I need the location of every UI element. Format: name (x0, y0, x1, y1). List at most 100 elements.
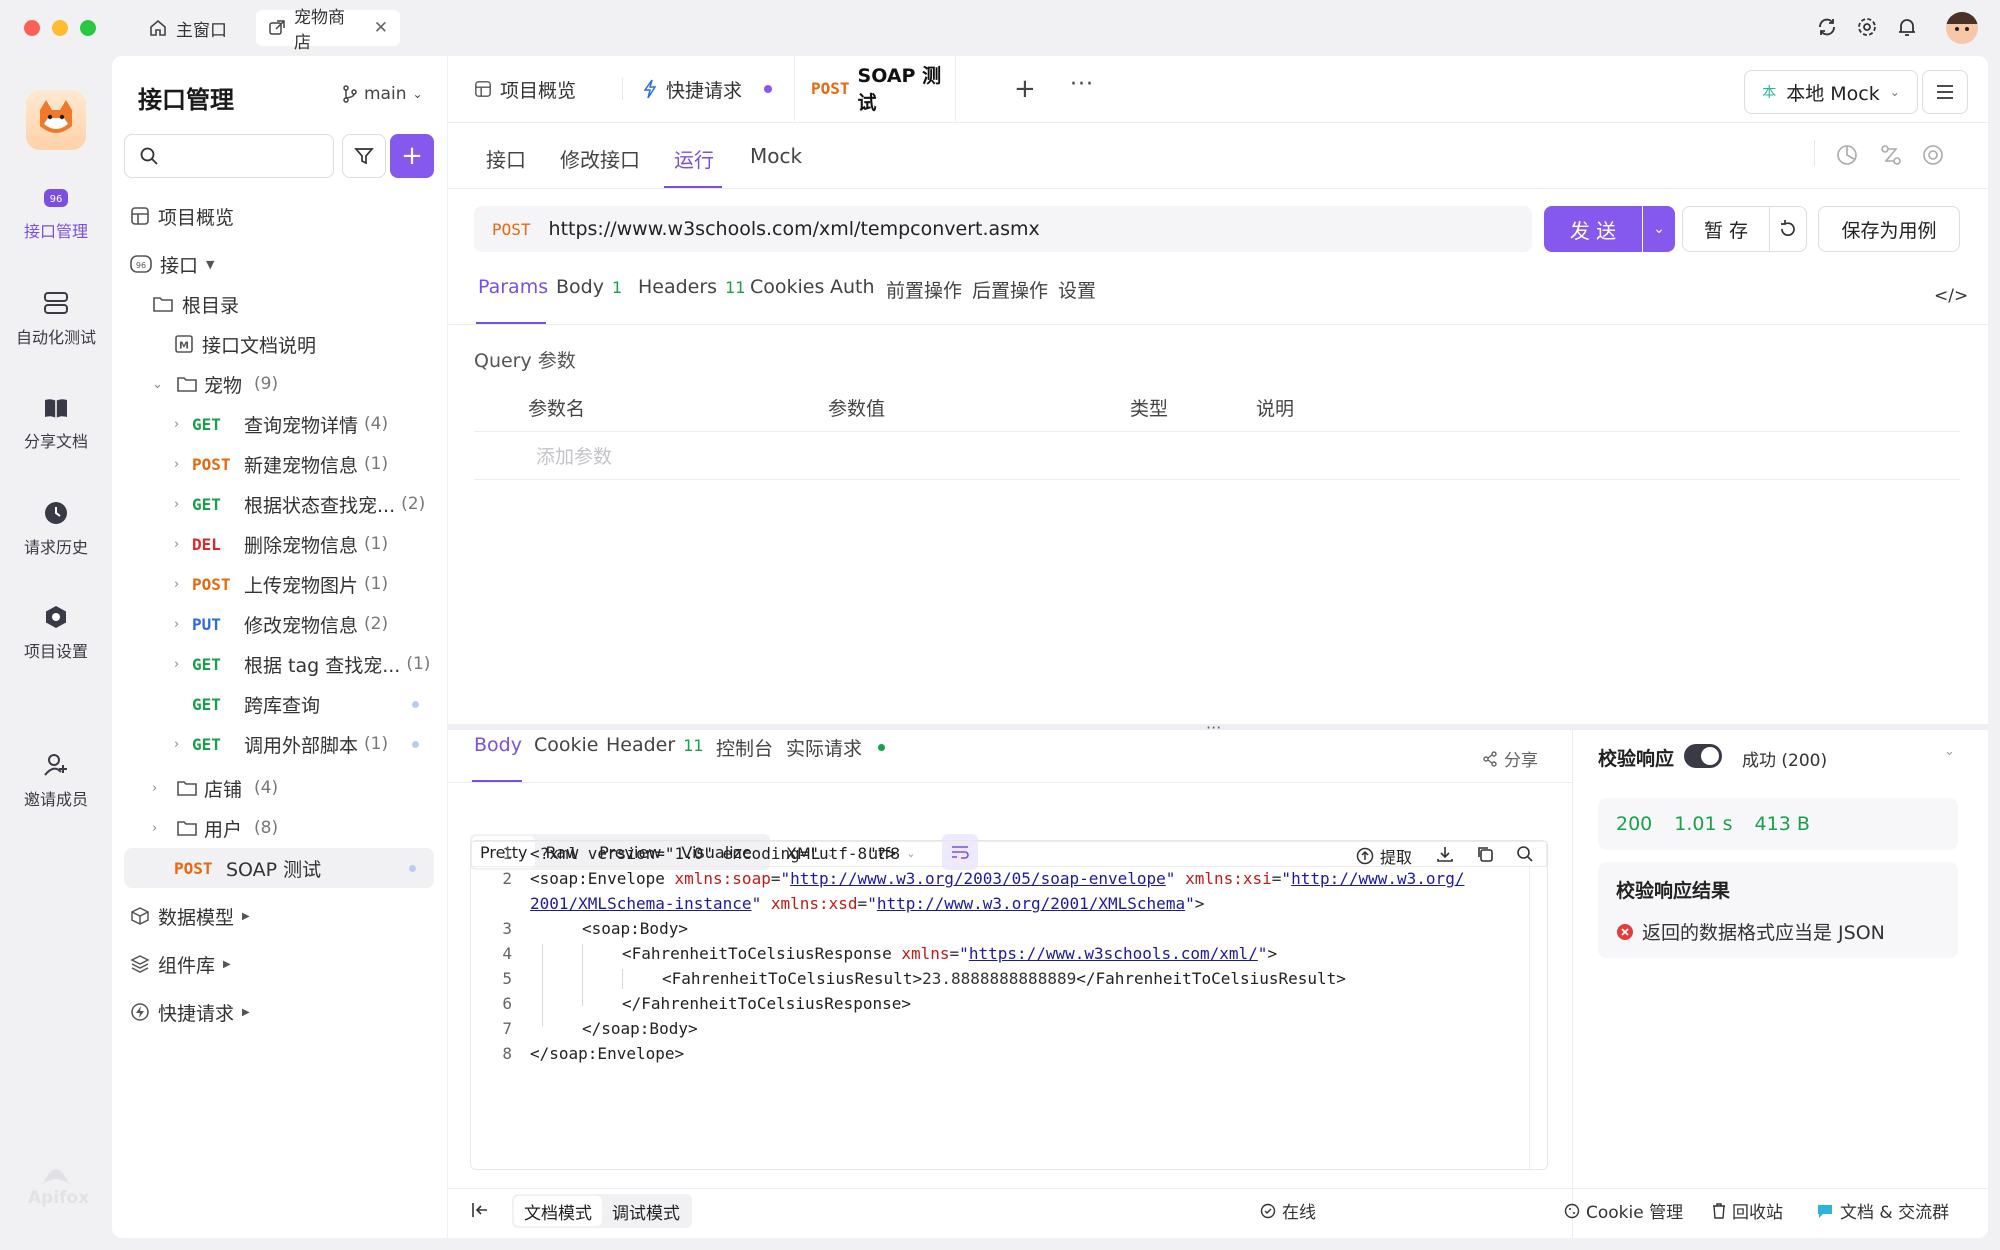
tree-item-overview[interactable]: 项目概览 (112, 196, 447, 236)
tree-item-doc[interactable]: M 接口文档说明 (112, 324, 447, 364)
close-window-button[interactable] (24, 20, 40, 36)
code-link[interactable]: https://www.w3schools.com/xml/ (969, 944, 1258, 963)
request-tab[interactable]: Headers 11 (638, 276, 745, 298)
status-dot (412, 700, 419, 708)
request-tab[interactable]: 设置 (1058, 276, 1104, 303)
method-select[interactable]: POST (492, 220, 531, 239)
status-code: 200 (1616, 813, 1653, 835)
request-tab[interactable]: Body 1 (556, 276, 622, 298)
subtab-mock[interactable]: Mock (750, 144, 802, 168)
response-tab[interactable]: Cookie (534, 734, 607, 756)
save-temp-button[interactable]: 暂 存 (1682, 206, 1770, 252)
tab-overview[interactable]: 项目概览 (474, 56, 576, 122)
endpoint-item[interactable]: › GET 调用外部脚本 (1) (112, 724, 447, 764)
send-button[interactable]: 发 送 (1544, 206, 1642, 252)
subtab-api[interactable]: 接口 (486, 144, 526, 173)
tree-folder-pets[interactable]: ⌄ 宠物 (9) (112, 364, 447, 404)
url-input[interactable]: https://www.w3schools.com/xml/tempconver… (549, 218, 1040, 240)
tree-item-active-endpoint[interactable]: POST SOAP 测试 (124, 848, 434, 888)
code-icon[interactable]: </> (1934, 286, 1968, 306)
code-link[interactable]: http://www.w3.org/2001/XMLSchema (877, 894, 1185, 913)
doc-mode-button[interactable]: 文档模式 (514, 1196, 602, 1226)
rail-item-api[interactable]: 96 接口管理 (0, 186, 112, 242)
endpoint-item[interactable]: › POST 新建宠物信息 (1) (112, 444, 447, 484)
branch-selector[interactable]: main ⌄ (342, 84, 423, 104)
tree-item-api-root[interactable]: 96 接口 ▼ (112, 244, 447, 284)
validate-toggle[interactable] (1684, 744, 1722, 768)
window-tab-pet-store[interactable]: 宠物商店 ✕ (256, 8, 400, 53)
request-tab[interactable]: 前置操作 (886, 276, 970, 303)
validate-status[interactable]: 成功 (200) (1742, 746, 1827, 771)
url-bar[interactable]: POST https://www.w3schools.com/xml/tempc… (474, 206, 1532, 252)
trash-button[interactable]: 回收站 (1712, 1198, 1783, 1223)
endpoint-item[interactable]: › GET 查询宠物详情 (4) (112, 404, 447, 444)
flow-icon[interactable] (1880, 144, 1902, 166)
save-as-case-button[interactable]: 保存为用例 (1818, 206, 1960, 252)
code-link[interactable]: 2001/XMLSchema-instance (530, 894, 752, 913)
avatar[interactable] (1946, 12, 1978, 44)
close-tab-icon[interactable]: ✕ (374, 18, 388, 38)
add-button[interactable]: + (390, 134, 434, 178)
subtab-edit[interactable]: 修改接口 (560, 144, 640, 173)
new-tab-button[interactable]: + (1014, 74, 1036, 104)
rail-item-share-docs[interactable]: 分享文档 (0, 396, 112, 452)
code-link[interactable]: http://www.w3.org/ (1291, 869, 1464, 888)
endpoint-item[interactable]: › POST 上传宠物图片 (1) (112, 564, 447, 604)
request-tab[interactable]: 后置操作 (972, 276, 1056, 303)
drag-handle-icon[interactable]: ··· (1206, 718, 1221, 737)
request-tab[interactable]: Auth (830, 276, 883, 298)
environment-selector[interactable]: 本 本地 Mock ⌄ (1744, 70, 1918, 114)
tree-item-data-model[interactable]: 数据模型 ▶ (112, 896, 447, 936)
endpoint-item[interactable]: GET 跨库查询 (112, 684, 447, 724)
debug-mode-button[interactable]: 调试模式 (602, 1199, 690, 1224)
endpoint-item[interactable]: › GET 根据 tag 查找宠... (1) (112, 644, 447, 684)
share-button[interactable]: 分享 (1482, 746, 1538, 771)
request-tab[interactable]: Cookies (750, 276, 832, 298)
response-tab[interactable]: Header 11 (606, 734, 704, 756)
search-input[interactable] (124, 134, 334, 178)
filter-button[interactable] (342, 134, 386, 178)
endpoint-item[interactable]: › GET 根据状态查找宠... (2) (112, 484, 447, 524)
bell-icon[interactable] (1896, 16, 1918, 38)
tree-folder-user[interactable]: › 用户 (8) (112, 808, 447, 848)
add-param-input[interactable]: 添加参数 (536, 442, 612, 469)
endpoint-item[interactable]: › PUT 修改宠物信息 (2) (112, 604, 447, 644)
reset-button[interactable] (1769, 206, 1807, 252)
tree-item-components[interactable]: 组件库 ▶ (112, 944, 447, 984)
sync-icon[interactable] (1816, 16, 1838, 38)
endpoint-item[interactable]: › DEL 删除宠物信息 (1) (112, 524, 447, 564)
tree-folder-store[interactable]: › 店铺 (4) (112, 768, 447, 808)
maximize-window-button[interactable] (80, 20, 96, 36)
subtab-run[interactable]: 运行 (674, 144, 714, 173)
cookie-manager[interactable]: Cookie 管理 (1564, 1198, 1683, 1223)
rail-item-invite[interactable]: 邀请成员 (0, 752, 112, 810)
gear-icon[interactable] (1856, 16, 1878, 38)
scrollbar-track[interactable] (1529, 865, 1530, 1169)
rail-item-automation[interactable]: 自动化测试 (0, 290, 112, 348)
rail-item-history[interactable]: 请求历史 (0, 500, 112, 558)
request-tab[interactable]: Params (478, 276, 556, 298)
response-tab[interactable]: 控制台 (716, 734, 781, 761)
tree-item-root-dir[interactable]: 根目录 (112, 284, 447, 324)
clock-icon (43, 500, 69, 526)
response-tab[interactable]: 实际请求 (786, 734, 886, 761)
rail-item-project-settings[interactable]: 项目设置 (0, 604, 112, 662)
online-status[interactable]: 在线 (1260, 1198, 1316, 1223)
response-tab[interactable]: Body (474, 734, 530, 756)
tree-item-quick-request[interactable]: 快捷请求 ▶ (112, 992, 447, 1032)
params-add-row[interactable]: 添加参数 (474, 432, 1960, 480)
tab-quick-request[interactable]: 快捷请求 (642, 56, 773, 122)
target-icon[interactable] (1922, 144, 1944, 166)
code-link[interactable]: http://www.w3.org/2003/05/soap-envelope (790, 869, 1166, 888)
send-dropdown[interactable]: ⌄ (1643, 206, 1675, 252)
community-link[interactable]: 文档 & 交流群 (1816, 1198, 1949, 1223)
more-icon[interactable]: ··· (1070, 72, 1094, 97)
overview-icon (474, 80, 492, 98)
chevron-down-icon[interactable]: ⌄ (1944, 744, 1955, 759)
collapse-sidebar-icon[interactable] (470, 1200, 490, 1220)
tab-soap-test[interactable]: POST SOAP 测试 (794, 56, 956, 122)
window-tab-home[interactable]: 主窗口 (136, 10, 239, 46)
minimize-window-button[interactable] (52, 20, 68, 36)
menu-button[interactable] (1922, 70, 1968, 114)
chart-icon[interactable] (1836, 144, 1858, 166)
